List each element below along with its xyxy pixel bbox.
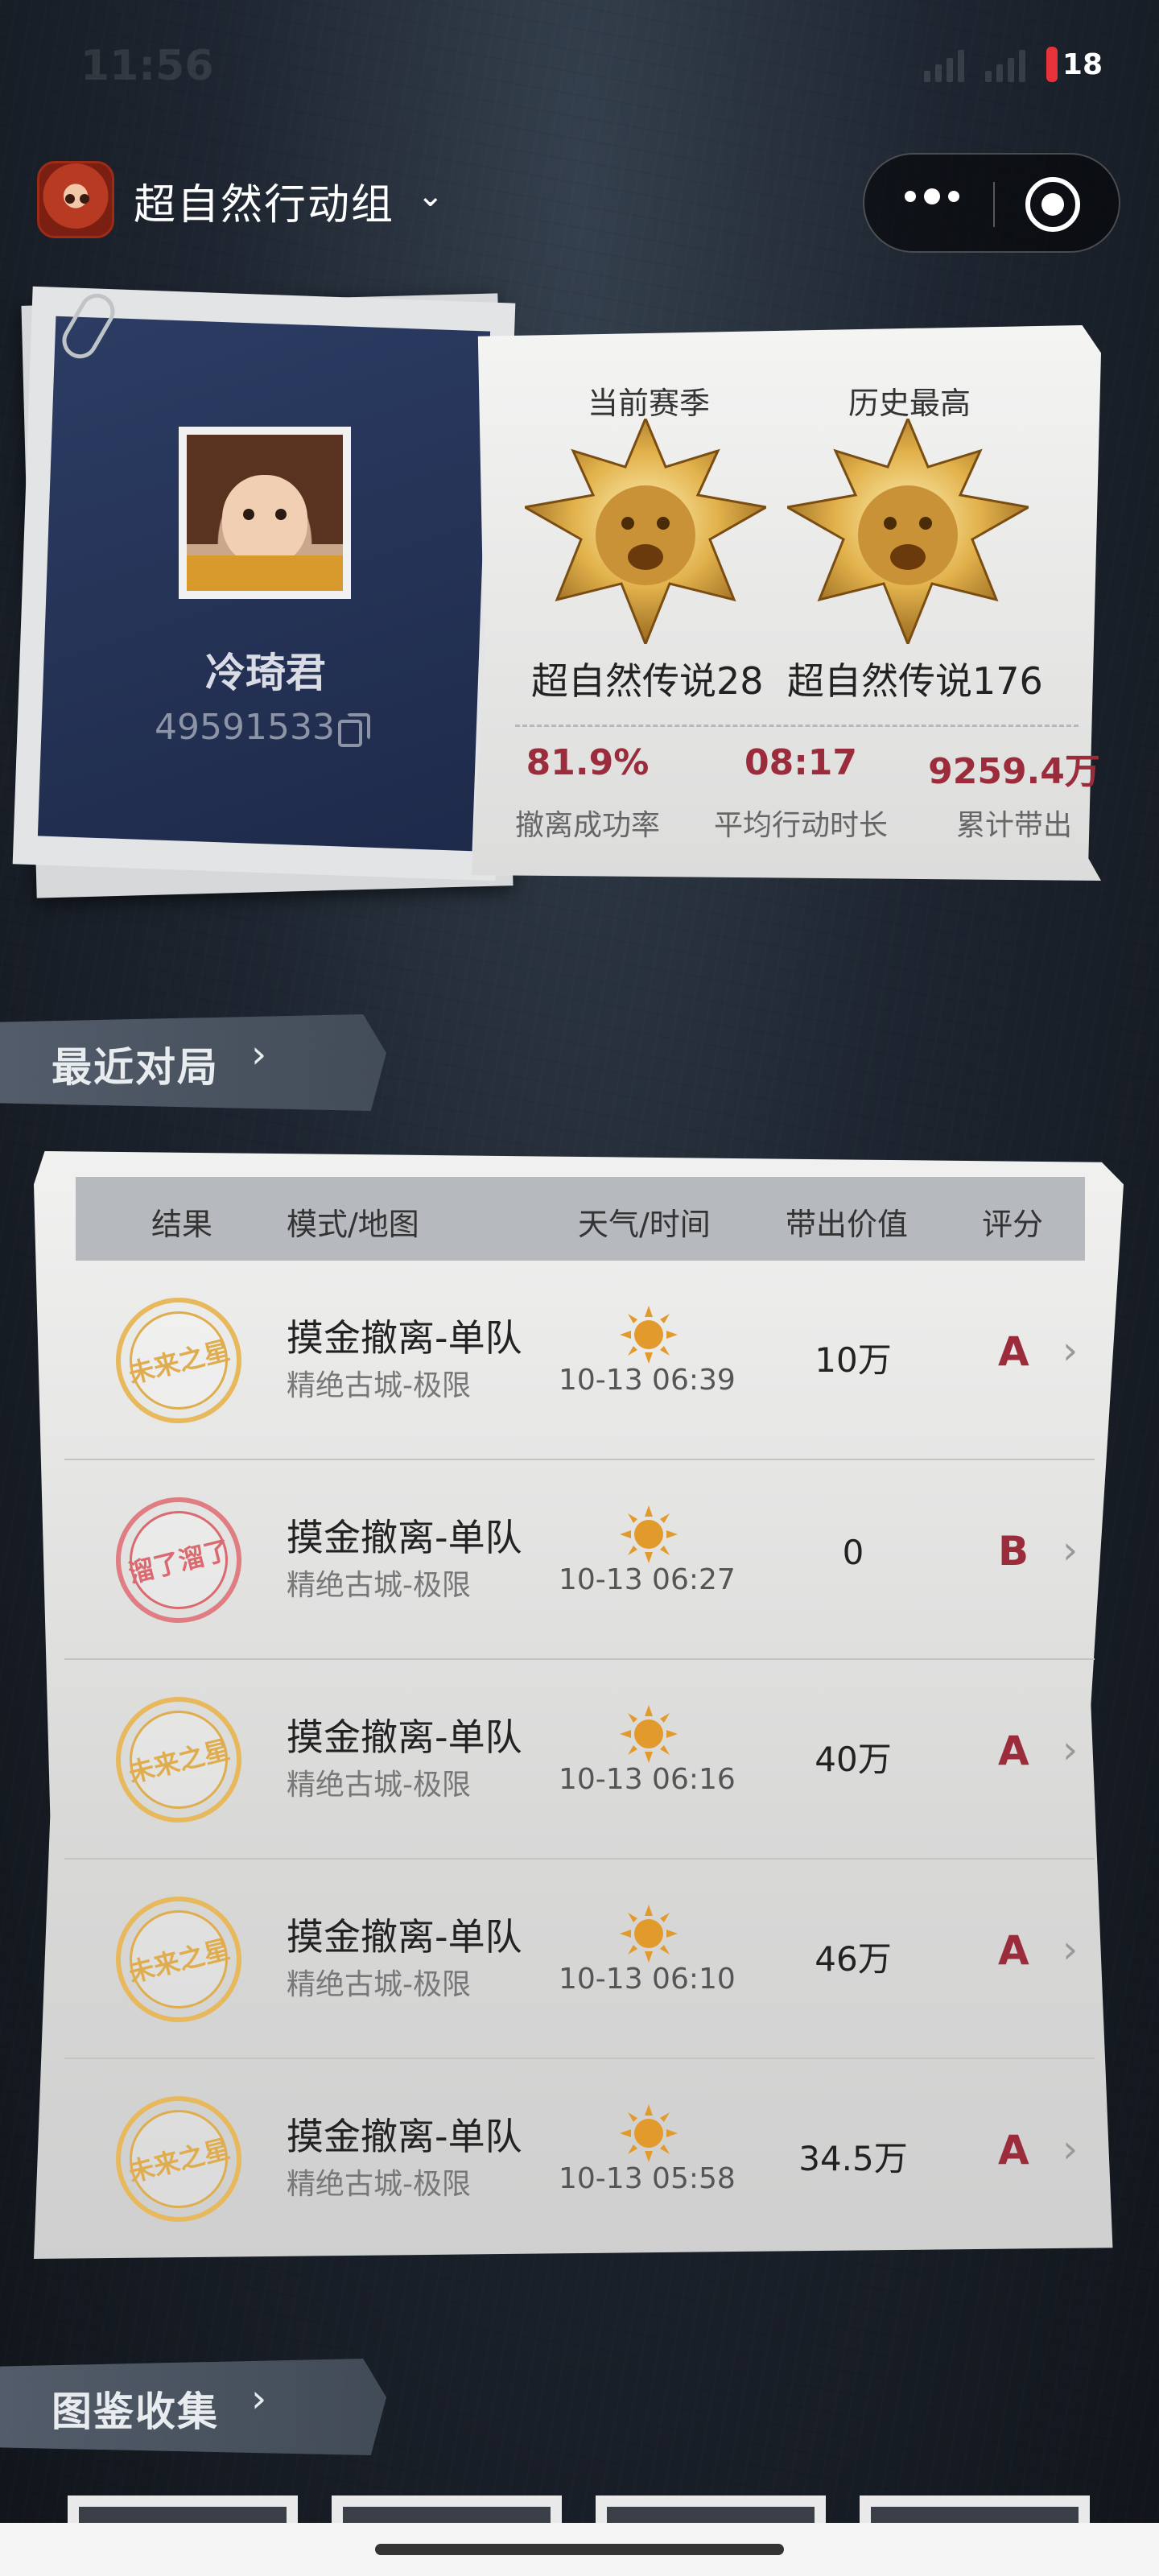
more-icon[interactable] — [905, 188, 959, 204]
result-stamp: 未来之星 — [102, 1883, 255, 2036]
evac-rate-label: 撤离成功率 — [514, 809, 660, 842]
match-map: 精绝古城-极限 — [287, 1769, 471, 1802]
col-grade: 评分 — [982, 1207, 1044, 1242]
grade: A — [998, 1728, 1029, 1774]
avg-duration-label: 平均行动时长 — [713, 809, 888, 842]
signal-icon — [923, 47, 964, 82]
app-title[interactable]: 超自然行动组 — [134, 171, 394, 231]
match-map: 精绝古城-极限 — [287, 2168, 471, 2201]
current-season-label: 当前赛季 — [588, 386, 711, 421]
match-map: 精绝古城-极限 — [287, 1369, 471, 1402]
signal-icon-2 — [984, 47, 1025, 82]
extract-value: 10万 — [815, 1340, 892, 1380]
capsule-divider — [993, 182, 995, 227]
lion-rank-badge-icon — [783, 415, 1033, 648]
result-stamp: 未来之星 — [102, 1284, 255, 1437]
grade: B — [998, 1528, 1029, 1575]
match-time: 10-13 06:27 — [559, 1563, 736, 1596]
copy-icon[interactable] — [338, 713, 370, 747]
miniprogram-capsule — [863, 153, 1120, 253]
extract-value: 0 — [842, 1533, 864, 1572]
sun-weather-icon — [620, 1505, 678, 1563]
sun-weather-icon — [620, 1905, 678, 1963]
lion-rank-badge-icon — [521, 415, 770, 648]
evac-rate-value: 81.9% — [526, 742, 650, 783]
chevron-down-icon[interactable]: ⌄ — [417, 177, 444, 214]
match-mode: 摸金撤离-单队 — [287, 1516, 522, 1559]
result-stamp-text: 溜了溜了 — [119, 1501, 238, 1620]
sun-weather-icon — [620, 1705, 678, 1763]
match-row[interactable]: 未来之星 摸金撤离-单队 精绝古城-极限 10-13 06:10 46万 A › — [64, 1860, 1095, 2059]
status-bar: 11:56 18 — [0, 39, 1159, 95]
target-icon[interactable] — [1025, 177, 1080, 232]
extract-value: 34.5万 — [798, 2139, 908, 2178]
status-icons: 18 — [923, 47, 1103, 82]
battery-icon: 18 — [1046, 47, 1103, 82]
chevron-right-icon[interactable]: › — [1062, 2127, 1078, 2172]
history-best-label: 历史最高 — [848, 386, 971, 421]
stats-divider — [515, 724, 1079, 727]
result-stamp: 溜了溜了 — [102, 1484, 255, 1637]
result-stamp-text: 未来之星 — [119, 1301, 238, 1420]
match-row[interactable]: 未来之星 摸金撤离-单队 精绝古城-极限 10-13 06:16 40万 A › — [64, 1660, 1095, 1860]
grade: A — [998, 1927, 1029, 1974]
result-stamp-text: 未来之星 — [119, 2099, 238, 2219]
collection-title[interactable]: 图鉴收集 — [52, 2380, 219, 2438]
player-nickname: 冷琦君 — [205, 650, 326, 696]
player-uid: 49591533 — [155, 707, 335, 748]
sun-weather-icon — [620, 2104, 678, 2162]
chevron-right-icon[interactable]: › — [251, 2376, 266, 2421]
match-row[interactable]: 未来之星 摸金撤离-单队 精绝古城-极限 10-13 06:39 10万 A › — [64, 1261, 1095, 1460]
avg-duration-value: 08:17 — [744, 742, 858, 783]
total-extract-value: 9259.4万 — [928, 751, 1100, 792]
grade: A — [998, 1328, 1029, 1375]
app-header: 超自然行动组 ⌄ — [0, 153, 1159, 253]
app-logo[interactable] — [37, 161, 114, 238]
chevron-right-icon[interactable]: › — [1062, 1728, 1078, 1773]
match-map: 精绝古城-极限 — [287, 1569, 471, 1602]
battery-level: 18 — [1062, 47, 1103, 81]
chevron-right-icon[interactable]: › — [1062, 1927, 1078, 1972]
match-mode: 摸金撤离-单队 — [287, 1316, 522, 1360]
result-stamp: 未来之星 — [102, 1683, 255, 1836]
sun-weather-icon — [620, 1306, 678, 1364]
match-time: 10-13 06:16 — [559, 1763, 736, 1796]
result-stamp-text: 未来之星 — [119, 1900, 238, 2019]
col-mode-map: 模式/地图 — [287, 1207, 419, 1242]
col-extract-value: 带出价值 — [786, 1207, 909, 1242]
total-extract-label: 累计带出 — [955, 809, 1072, 842]
grade: A — [998, 2127, 1029, 2174]
extract-value: 40万 — [815, 1740, 892, 1779]
match-time: 10-13 06:10 — [559, 1963, 736, 1996]
match-time: 10-13 06:39 — [559, 1364, 736, 1397]
current-rank: 超自然传说28 — [531, 659, 764, 703]
chevron-right-icon[interactable]: › — [1062, 1528, 1078, 1573]
history-rank: 超自然传说176 — [787, 659, 1043, 703]
match-map: 精绝古城-极限 — [287, 1968, 471, 2001]
match-row[interactable]: 溜了溜了 摸金撤离-单队 精绝古城-极限 10-13 06:27 0 B › — [64, 1460, 1095, 1660]
match-row[interactable]: 未来之星 摸金撤离-单队 精绝古城-极限 10-13 05:58 34.5万 A… — [64, 2059, 1095, 2259]
col-result: 结果 — [151, 1207, 213, 1242]
chevron-right-icon[interactable]: › — [251, 1032, 266, 1077]
result-stamp: 未来之星 — [102, 2083, 255, 2235]
recent-matches-title[interactable]: 最近对局 — [52, 1035, 219, 1093]
match-time: 10-13 05:58 — [559, 2162, 736, 2195]
chevron-right-icon[interactable]: › — [1062, 1328, 1078, 1373]
avatar[interactable] — [179, 427, 351, 599]
col-weather-time: 天气/时间 — [578, 1207, 711, 1242]
match-mode: 摸金撤离-单队 — [287, 1915, 522, 1959]
result-stamp-text: 未来之星 — [119, 1700, 238, 1819]
home-indicator[interactable] — [375, 2544, 784, 2555]
status-time: 11:56 — [80, 42, 214, 90]
extract-value: 46万 — [815, 1939, 892, 1979]
match-mode: 摸金撤离-单队 — [287, 2115, 522, 2158]
match-mode: 摸金撤离-单队 — [287, 1715, 522, 1759]
